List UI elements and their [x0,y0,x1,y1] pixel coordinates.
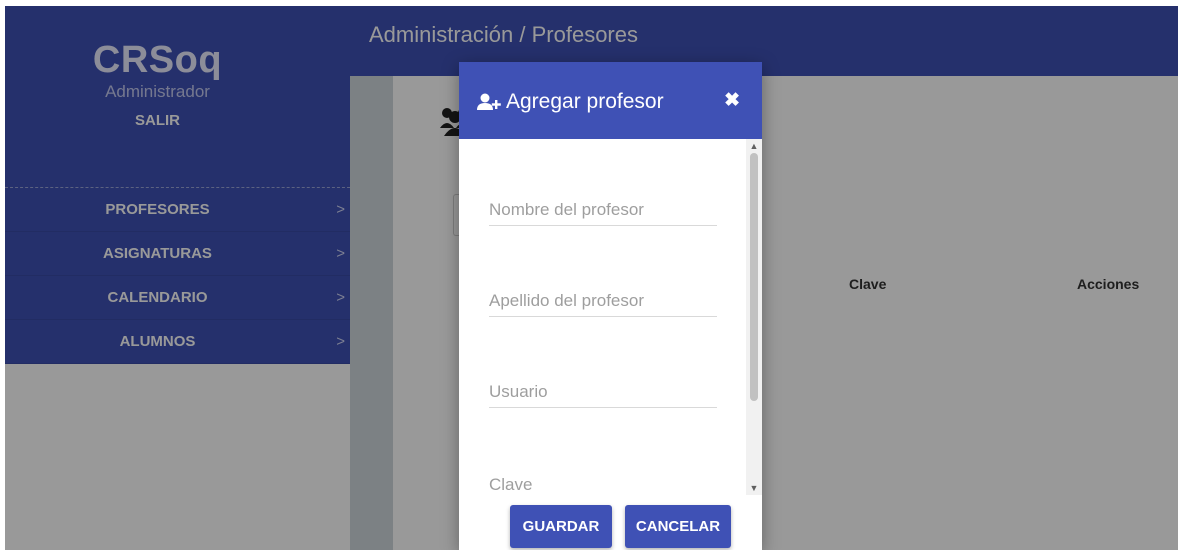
user-plus-icon [477,93,501,116]
dialog-title: Agregar profesor [506,90,664,113]
cancel-button[interactable]: CANCELAR [625,505,731,548]
dialog-scrollbar[interactable]: ▲ ▼ [746,139,762,495]
password-input[interactable] [489,461,717,501]
teacher-lastname-input[interactable] [489,277,717,316]
teacher-name-input[interactable] [489,186,717,225]
add-teacher-dialog: Agregar profesor ✖ ▲ ▼ GUARDAR CANCEL [459,62,762,550]
dialog-body: ▲ ▼ [459,139,762,550]
save-button[interactable]: GUARDAR [510,505,612,548]
username-input[interactable] [489,368,717,407]
scroll-down-arrow-icon[interactable]: ▼ [749,483,759,493]
scroll-up-arrow-icon[interactable]: ▲ [749,141,759,151]
teacher-name-field [489,186,717,226]
scrollbar-thumb[interactable] [750,153,758,401]
app-window: CRSoq Administrador SALIR PROFESORES > A… [5,6,1178,550]
username-field [489,368,717,408]
teacher-lastname-field [489,277,717,317]
dialog-header: Agregar profesor ✖ [459,62,762,139]
close-icon[interactable]: ✖ [724,89,740,112]
password-field [489,461,717,501]
